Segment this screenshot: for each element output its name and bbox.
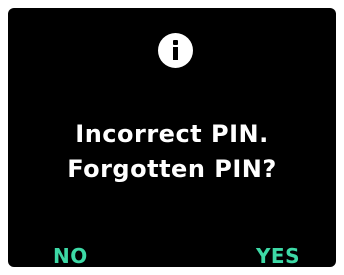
message-line-2: Forgotten PIN? [67, 155, 277, 183]
info-icon-dot [173, 40, 178, 45]
info-icon-stem [173, 47, 178, 60]
no-button[interactable]: NO [53, 244, 88, 267]
device-screen: Incorrect PIN. Forgotten PIN? NO YES [8, 8, 336, 267]
yes-button[interactable]: YES [256, 244, 300, 267]
info-icon [158, 33, 193, 68]
message-line-1: Incorrect PIN. [75, 120, 269, 148]
